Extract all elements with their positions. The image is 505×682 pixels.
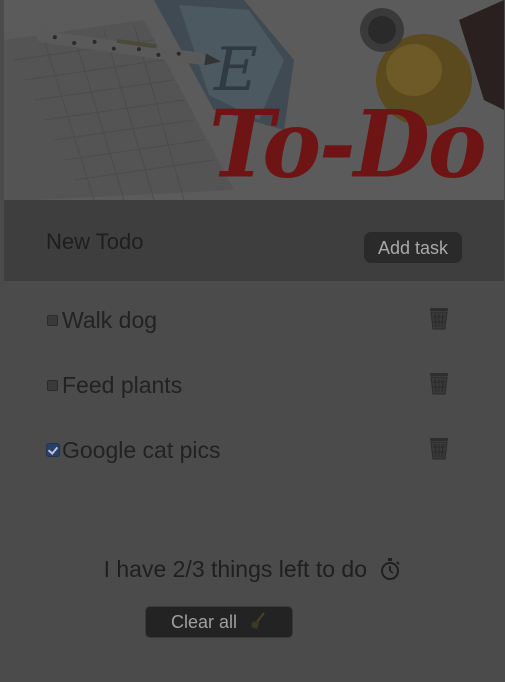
task-checkbox[interactable] xyxy=(47,380,58,391)
new-todo-bar: Add task xyxy=(4,200,504,281)
clear-all-label: Clear all xyxy=(171,612,238,632)
task-checkbox[interactable] xyxy=(47,315,58,326)
task-label: Feed plants xyxy=(62,372,183,398)
task-label: Walk dog xyxy=(62,307,158,333)
task-item: Walk dog xyxy=(46,303,466,339)
clear-all-button[interactable]: Clear all xyxy=(145,606,293,638)
task-item: Feed plants xyxy=(46,368,466,404)
hero-title-art: To-Do xyxy=(209,89,487,199)
trash-icon[interactable] xyxy=(427,305,451,331)
task-item: Google cat pics xyxy=(46,433,466,469)
task-checkbox-checked[interactable] xyxy=(46,443,60,457)
broom-icon xyxy=(251,612,265,629)
todo-app: E To-Do Add xyxy=(0,0,505,682)
hero-image: E To-Do xyxy=(4,0,504,200)
trash-icon[interactable] xyxy=(427,435,451,461)
remaining-summary: I have 2/3 things left to do xyxy=(0,554,505,584)
add-task-button[interactable]: Add task xyxy=(364,232,462,263)
task-label: Google cat pics xyxy=(62,437,221,463)
summary-text: I have 2/3 things left to do xyxy=(103,556,367,582)
trash-icon[interactable] xyxy=(427,370,451,396)
new-todo-input[interactable] xyxy=(44,226,348,258)
stopwatch-icon xyxy=(381,558,401,580)
